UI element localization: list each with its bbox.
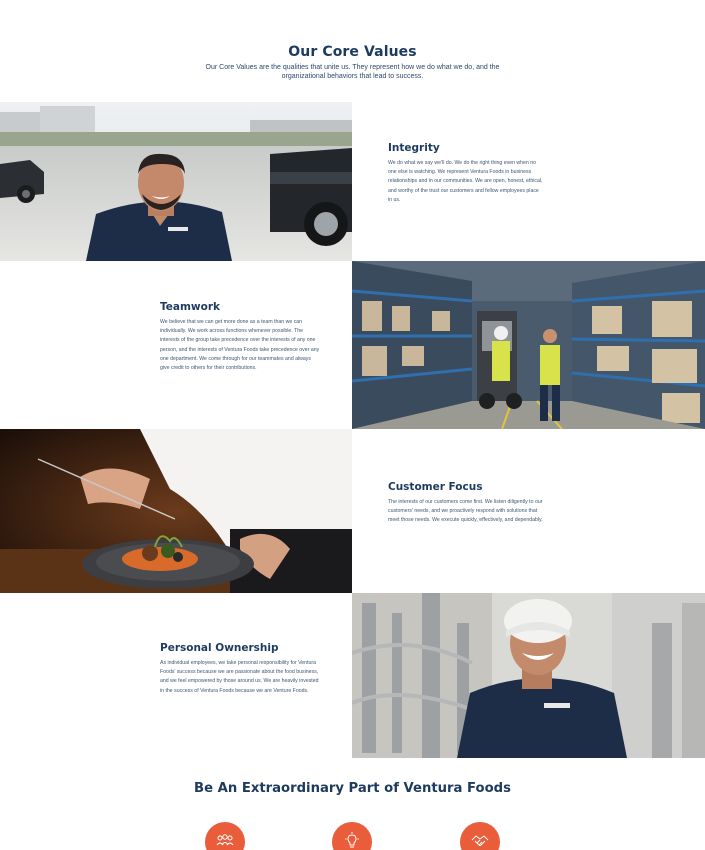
lightbulb-icon [332, 822, 372, 850]
core-values-header: Our Core Values Our Core Values are the … [0, 44, 705, 82]
value-integrity: Integrity We do what we say we’ll do. We… [388, 142, 543, 205]
value-title: Teamwork [160, 301, 220, 313]
people-icon [205, 822, 245, 850]
value-title: Customer Focus [388, 481, 483, 493]
page-subtitle: Our Core Values are the qualities that u… [205, 64, 500, 81]
value-description: We do what we say we’ll do. We do the ri… [388, 160, 543, 203]
smiling-factory-worker-hairnet-photo [352, 593, 705, 758]
value-title: Personal Ownership [160, 642, 279, 654]
value-personal-ownership: Personal Ownership As individual employe… [160, 642, 320, 696]
value-teamwork: Teamwork We believe that we can get more… [160, 301, 320, 373]
handshake-icon [460, 822, 500, 850]
value-customer-focus: Customer Focus The interests of our cust… [388, 481, 543, 526]
value-description: We believe that we can get more done as … [160, 319, 320, 372]
warehouse-workers-forklift-photo [352, 261, 705, 429]
chef-plating-dish-photo [0, 429, 352, 593]
value-description: The interests of our customers come firs… [388, 499, 543, 524]
page-title: Our Core Values [288, 44, 417, 60]
value-description: As individual employees, we take persona… [160, 660, 319, 694]
smiling-employee-by-truck-photo [0, 102, 352, 261]
value-title: Integrity [388, 142, 440, 154]
extraordinary-section: Be An Extraordinary Part of Ventura Food… [0, 781, 705, 796]
section-title: Be An Extraordinary Part of Ventura Food… [194, 781, 511, 796]
